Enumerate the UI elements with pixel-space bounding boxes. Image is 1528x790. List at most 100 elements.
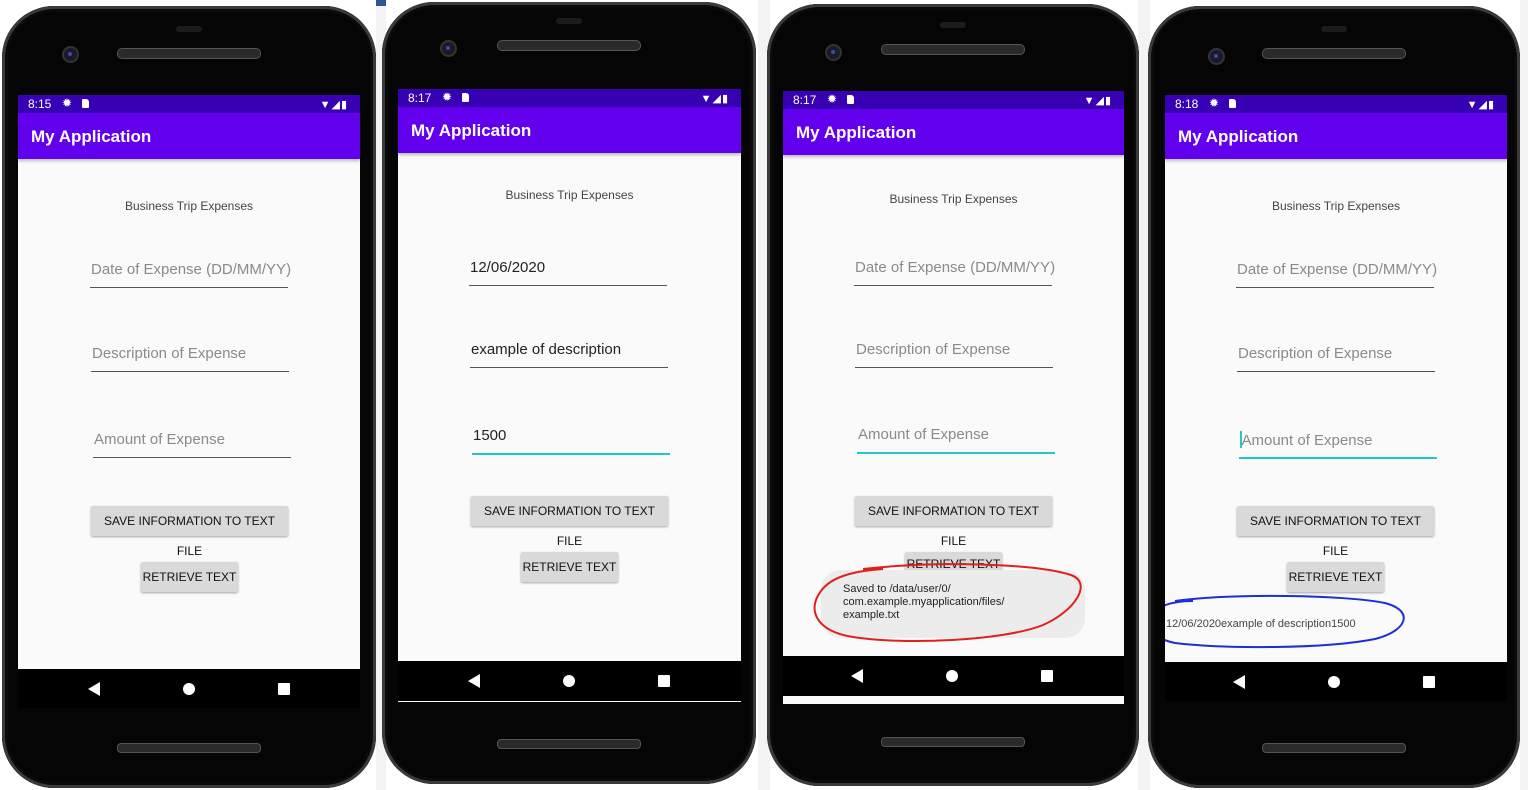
phone-frame-4: 8:18 ✹ ▼◢▮ My Application Business Trip … <box>1148 6 1520 788</box>
front-camera <box>62 46 79 63</box>
screen-3: 8:17 ✹ ▼◢▮ My Application Business Trip … <box>783 91 1124 704</box>
screen-2: 8:17 ✹ ▼◢▮ My Application Business Trip … <box>398 89 741 702</box>
home-icon[interactable] <box>183 683 195 695</box>
amount-field[interactable]: Amount of Expense <box>857 422 1055 454</box>
date-field[interactable]: 12/06/2020 <box>469 255 667 286</box>
status-bar: 8:17 ✹ ▼◢▮ <box>783 91 1124 109</box>
amount-placeholder: Amount of Expense <box>94 431 225 448</box>
wifi-signal-icon: ▼◢▮ <box>1466 99 1495 111</box>
sd-card-icon <box>847 95 854 104</box>
recents-icon[interactable] <box>1423 676 1435 688</box>
home-icon[interactable] <box>563 675 575 687</box>
earpiece-speaker <box>881 44 1025 55</box>
wifi-signal-icon: ▼◢▮ <box>1083 95 1112 107</box>
retrieve-button[interactable]: RETRIEVE TEXT <box>141 562 238 592</box>
retrieve-button[interactable]: RETRIEVE TEXT <box>1287 562 1384 592</box>
amount-placeholder: Amount of Expense <box>858 426 989 443</box>
date-value: 12/06/2020 <box>470 259 546 276</box>
front-camera <box>1208 48 1225 65</box>
bottom-speaker <box>881 737 1025 747</box>
description-field[interactable]: Description of Expense <box>1237 341 1435 372</box>
gear-icon: ✹ <box>827 92 838 106</box>
sd-card-icon <box>1229 99 1236 108</box>
date-placeholder: Date of Expense (DD/MM/YY) <box>1237 261 1438 278</box>
screen-4: 8:18 ✹ ▼◢▮ My Application Business Trip … <box>1165 95 1507 662</box>
description-field[interactable]: example of description <box>470 337 668 368</box>
status-time: 8:17 <box>408 91 432 105</box>
sd-card-icon <box>462 93 469 102</box>
description-placeholder: Description of Expense <box>1238 345 1393 362</box>
front-camera <box>440 40 457 57</box>
app-bar: My Application <box>1165 113 1507 159</box>
back-icon[interactable] <box>851 669 863 683</box>
phone-frame-3: 8:17 ✹ ▼◢▮ My Application Business Trip … <box>767 4 1139 786</box>
bottom-speaker <box>117 743 261 753</box>
phone-frame-2: 8:17 ✹ ▼◢▮ My Application Business Trip … <box>382 2 756 784</box>
status-time: 8:15 <box>28 97 52 111</box>
date-field[interactable]: Date of Expense (DD/MM/YY) <box>1236 257 1438 288</box>
date-field[interactable]: Date of Expense (DD/MM/YY) <box>854 255 1056 286</box>
amount-field[interactable]: Amount of Expense <box>1239 427 1437 459</box>
screen-1: 8:15 ✹ ▼◢▮ My Application Business Trip … <box>18 95 360 708</box>
description-field[interactable]: Description of Expense <box>91 341 289 372</box>
date-placeholder: Date of Expense (DD/MM/YY) <box>91 261 292 278</box>
page-heading: Business Trip Expenses <box>505 188 634 202</box>
gear-icon: ✹ <box>62 96 73 110</box>
earpiece-speaker <box>117 48 261 59</box>
description-value: example of description <box>471 341 622 358</box>
amount-field[interactable]: Amount of Expense <box>93 427 291 458</box>
recents-icon[interactable] <box>1041 670 1053 682</box>
amount-placeholder: Amount of Expense <box>1240 431 1372 449</box>
wifi-signal-icon: ▼◢▮ <box>700 93 729 105</box>
save-button[interactable]: SAVE INFORMATION TO TEXT FILE <box>1237 506 1434 558</box>
page-heading: Business Trip Expenses <box>124 199 254 213</box>
sensor <box>1321 26 1347 32</box>
save-button[interactable]: SAVE INFORMATION TO TEXT FILE <box>855 496 1052 548</box>
back-icon[interactable] <box>468 674 480 688</box>
nav-bar <box>1165 662 1507 702</box>
app-bar: My Application <box>18 113 360 159</box>
phone-frame-1: 8:15 ✹ ▼◢▮ My Application Business Trip … <box>2 6 376 788</box>
recents-icon[interactable] <box>658 675 670 687</box>
red-annotation-circle <box>813 563 1082 642</box>
date-field[interactable]: Date of Expense (DD/MM/YY) <box>90 257 292 288</box>
app-title: My Application <box>1178 127 1299 146</box>
amount-value: 1500 <box>473 427 507 444</box>
sd-card-icon <box>82 99 89 108</box>
amount-field[interactable]: 1500 <box>472 423 670 455</box>
save-button[interactable]: SAVE INFORMATION TO TEXT FILE <box>91 506 288 558</box>
gear-icon: ✹ <box>442 90 453 104</box>
page-heading: Business Trip Expenses <box>889 192 1018 206</box>
earpiece-speaker <box>1262 48 1406 59</box>
wifi-signal-icon: ▼◢▮ <box>319 99 348 111</box>
app-bar: My Application <box>398 107 741 153</box>
background-strip <box>376 0 386 6</box>
save-button[interactable]: SAVE INFORMATION TO TEXT FILE <box>471 496 668 548</box>
app-bar: My Application <box>783 109 1124 155</box>
status-bar: 8:15 ✹ ▼◢▮ <box>18 95 360 113</box>
earpiece-speaker <box>497 40 641 51</box>
home-icon[interactable] <box>946 670 958 682</box>
back-icon[interactable] <box>88 682 100 696</box>
retrieve-button[interactable]: RETRIEVE TEXT <box>521 552 618 582</box>
description-field[interactable]: Description of Expense <box>855 337 1053 368</box>
bottom-speaker <box>497 739 641 749</box>
home-icon[interactable] <box>1328 676 1340 688</box>
description-placeholder: Description of Expense <box>92 345 247 362</box>
front-camera <box>825 44 842 61</box>
date-placeholder: Date of Expense (DD/MM/YY) <box>855 259 1056 276</box>
background-strip <box>1520 0 1528 790</box>
sensor <box>940 22 966 28</box>
description-placeholder: Description of Expense <box>856 341 1011 358</box>
back-icon[interactable] <box>1233 675 1245 689</box>
sensor <box>176 26 202 32</box>
nav-bar <box>783 656 1124 696</box>
nav-bar <box>398 661 741 701</box>
recents-icon[interactable] <box>278 683 290 695</box>
gear-icon: ✹ <box>1209 96 1220 110</box>
nav-bar <box>18 669 360 708</box>
app-title: My Application <box>411 121 532 140</box>
status-bar: 8:17 ✹ ▼◢▮ <box>398 89 741 107</box>
app-title: My Application <box>31 127 152 146</box>
status-bar: 8:18 ✹ ▼◢▮ <box>1165 95 1507 113</box>
